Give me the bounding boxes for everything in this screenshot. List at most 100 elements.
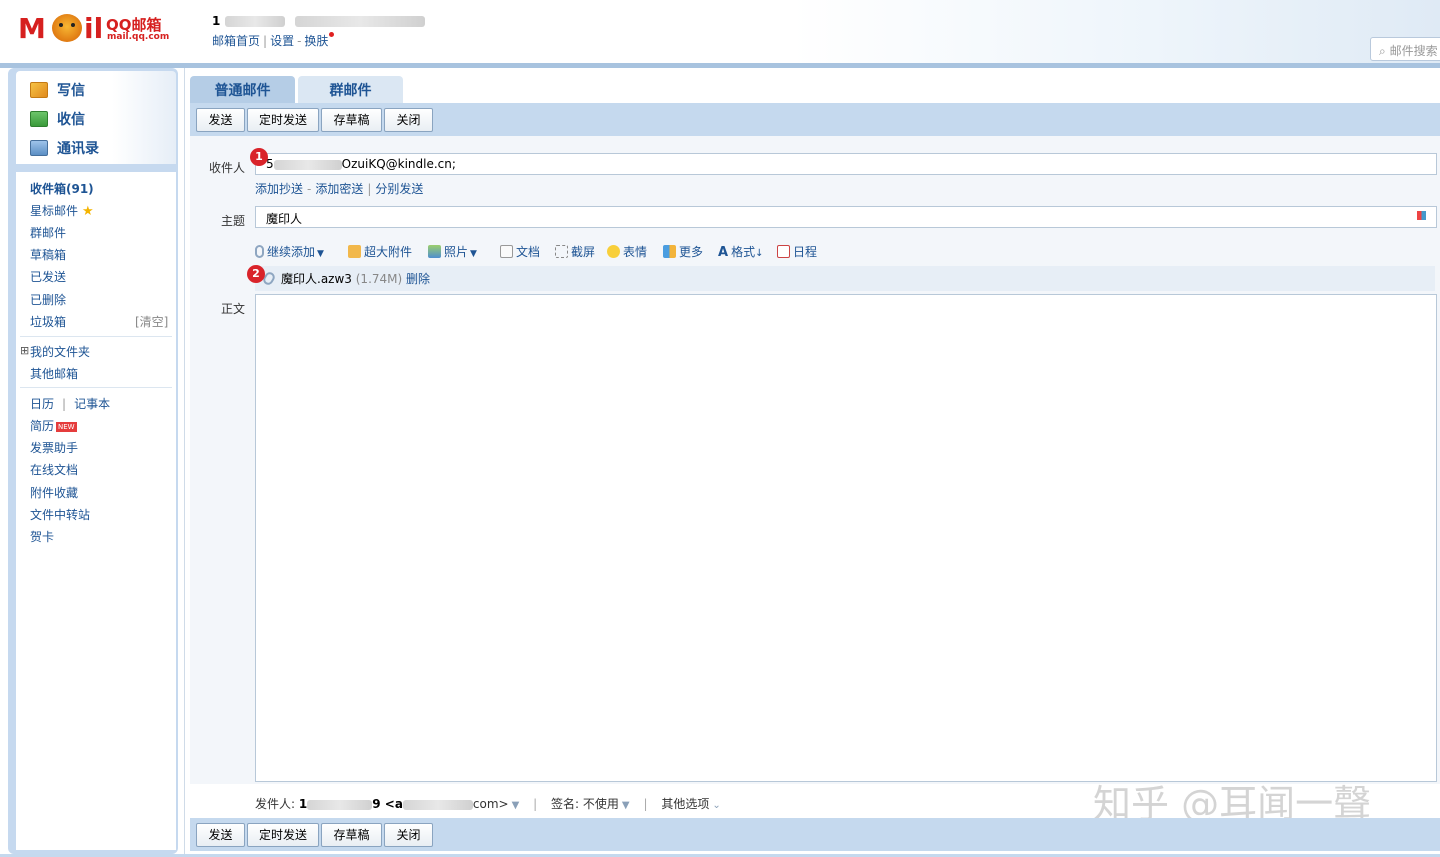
paperclip-icon <box>255 245 264 258</box>
brand-domain: mail.qq.com <box>107 32 170 42</box>
blurred-sender-domain <box>402 799 473 810</box>
format-button[interactable]: A 格式↓ <box>718 243 763 260</box>
sidebar-divider <box>20 387 172 388</box>
signature-select[interactable]: 不使用 <box>583 797 619 811</box>
folder-sent[interactable]: 已发送 <box>30 268 66 285</box>
document-button[interactable]: 文档 <box>500 243 540 260</box>
logo-letters-il: il <box>84 12 104 45</box>
send-button-bottom[interactable]: 发送 <box>196 823 245 847</box>
attachment-name[interactable]: 魔印人.azw3 <box>281 272 352 286</box>
save-draft-button[interactable]: 存草稿 <box>321 108 382 132</box>
link-mailbox-home[interactable]: 邮箱首页 <box>212 34 260 48</box>
my-folders[interactable]: 我的文件夹 <box>30 343 90 360</box>
dropdown-caret-icon[interactable]: ▼ <box>317 249 324 259</box>
resume-link[interactable]: 简历 NEW <box>30 417 77 434</box>
to-value: OzuiKQ@kindle.cn; <box>341 157 456 171</box>
resume-label: 简历 <box>30 419 55 433</box>
sender-dropdown-icon[interactable]: ▼ <box>512 800 520 811</box>
save-draft-button-bottom[interactable]: 存草稿 <box>321 823 382 847</box>
account-prefix: 1 <box>212 14 221 28</box>
notification-dot-icon <box>329 32 335 37</box>
folder-starred[interactable]: 星标邮件 ★ <box>30 202 94 219</box>
attachment-delete-link[interactable]: 删除 <box>406 272 430 286</box>
folder-group[interactable]: 群邮件 <box>30 224 66 241</box>
calendar-link[interactable]: 日历 <box>30 397 54 411</box>
folder-starred-label: 星标邮件 <box>30 204 79 218</box>
contacts-icon <box>30 140 48 156</box>
link-settings[interactable]: 设置 <box>270 34 294 48</box>
color-picker-icon[interactable] <box>1417 211 1426 220</box>
star-icon: ★ <box>82 204 94 219</box>
blurred-email <box>294 16 425 27</box>
close-button[interactable]: 关闭 <box>384 108 433 132</box>
app-file-transfer[interactable]: 文件中转站 <box>30 506 90 523</box>
inbox-download-icon <box>30 111 48 127</box>
emoji-button[interactable]: 表情 <box>607 243 647 260</box>
photo-button[interactable]: 照片 ▼ <box>428 243 477 260</box>
clear-spam-link[interactable]: [清空] <box>135 313 168 330</box>
sender-label: 发件人: <box>255 797 296 811</box>
compose-link[interactable]: 写信 <box>30 80 85 100</box>
mail-search-input[interactable]: ⌕ 邮件搜索 <box>1370 37 1440 61</box>
sender-row: 发件人: 19 <a com> ▼ | 签名: 不使用 ▼ | 其他选项 ⌄ <box>255 797 721 811</box>
account-name: 1 <box>212 14 425 28</box>
attachment-row: 魔印人.azw3 (1.74M) 删除 <box>255 266 1435 291</box>
sender-suffix: com> <box>472 797 509 811</box>
blurred-account <box>224 16 285 27</box>
other-mailbox[interactable]: 其他邮箱 <box>30 365 78 382</box>
to-field[interactable]: 5 OzuiKQ@kindle.cn; <box>255 153 1437 175</box>
format-label: 格式 <box>731 245 756 259</box>
add-cc-link[interactable]: 添加抄送 <box>255 182 303 196</box>
large-attachment-button[interactable]: 超大附件 <box>348 243 412 260</box>
dropdown-caret-icon[interactable]: ▼ <box>470 249 477 259</box>
receive-link[interactable]: 收信 <box>30 109 85 129</box>
send-button[interactable]: 发送 <box>196 108 245 132</box>
blurred-sender <box>307 799 373 810</box>
screenshot-button[interactable]: 截屏 <box>555 243 595 260</box>
subject-field[interactable]: 魔印人 <box>255 206 1437 228</box>
search-placeholder: 邮件搜索 <box>1389 44 1438 58</box>
tab-normal-mail[interactable]: 普通邮件 <box>190 76 295 103</box>
folder-drafts[interactable]: 草稿箱 <box>30 246 66 263</box>
top-bar: M il QQ邮箱 mail.qq.com 1 邮箱首页 | 设置 - 换肤 ⌕ 邮件搜… <box>0 0 1440 66</box>
close-button-bottom[interactable]: 关闭 <box>384 823 433 847</box>
tab-group-mail[interactable]: 群邮件 <box>298 76 403 103</box>
app-online-docs[interactable]: 在线文档 <box>30 461 78 478</box>
top-action-toolbar: 发送 定时发送 存草稿 关闭 <box>190 103 1440 136</box>
folder-spam[interactable]: 垃圾箱 <box>30 313 66 330</box>
app-greeting-card[interactable]: 贺卡 <box>30 528 54 545</box>
contacts-link[interactable]: 通讯录 <box>30 138 99 158</box>
body-editor[interactable] <box>255 294 1437 782</box>
emoji-label: 表情 <box>623 245 648 259</box>
other-options-link[interactable]: 其他选项 <box>661 797 709 811</box>
format-arrow-icon: ↓ <box>755 248 764 259</box>
signature-dropdown-icon[interactable]: ▼ <box>622 800 630 811</box>
schedule-label: 日程 <box>793 245 818 259</box>
subject-value: 魔印人 <box>266 212 303 226</box>
search-icon: ⌕ <box>1379 44 1386 58</box>
notebook-link[interactable]: 记事本 <box>74 397 110 411</box>
more-icon <box>663 245 676 258</box>
expand-toggle-icon[interactable]: ⊞ <box>20 344 29 357</box>
document-label: 文档 <box>516 245 541 259</box>
add-bcc-link[interactable]: 添加密送 <box>315 182 363 196</box>
link-change-skin[interactable]: 换肤 <box>304 34 328 48</box>
annotation-badge-2: 2 <box>247 265 265 283</box>
compose-tabs: 普通邮件 群邮件 <box>190 74 1440 103</box>
scheduled-send-button-bottom[interactable]: 定时发送 <box>247 823 319 847</box>
separate-send-link[interactable]: 分别发送 <box>375 182 423 196</box>
tiger-mascot-icon <box>52 14 82 42</box>
app-attachment-collection[interactable]: 附件收藏 <box>30 484 78 501</box>
contacts-label: 通讯录 <box>57 141 99 157</box>
folder-deleted[interactable]: 已删除 <box>30 291 66 308</box>
continue-add-button[interactable]: 继续添加 ▼ <box>255 243 324 260</box>
scheduled-send-button[interactable]: 定时发送 <box>247 108 319 132</box>
receive-label: 收信 <box>57 112 85 128</box>
more-label: 更多 <box>679 245 704 259</box>
app-invoice-assistant[interactable]: 发票助手 <box>30 439 78 456</box>
qqmail-logo[interactable]: M il QQ邮箱 mail.qq.com <box>18 12 170 46</box>
photo-label: 照片 <box>444 245 469 259</box>
schedule-button[interactable]: 日程 <box>777 243 817 260</box>
folder-inbox[interactable]: 收件箱(91) <box>30 180 94 197</box>
more-button[interactable]: 更多 <box>663 243 703 260</box>
